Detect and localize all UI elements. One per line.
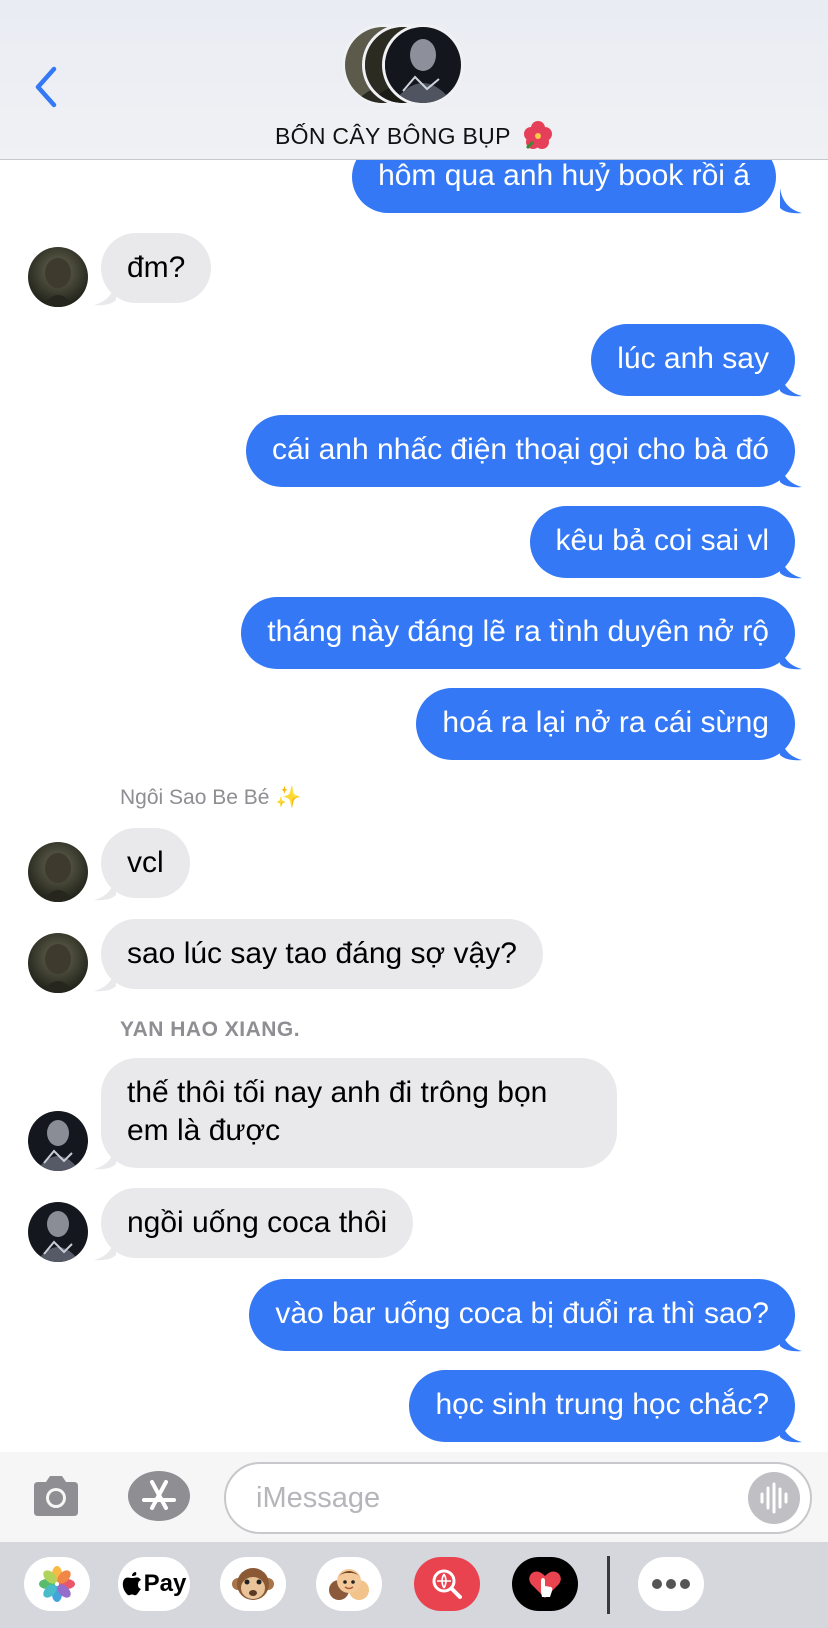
animoji-button[interactable] — [220, 1557, 286, 1611]
more-apps-button[interactable] — [638, 1557, 704, 1611]
message-bubble-incoming[interactable]: đm? — [101, 233, 212, 303]
avatar-member-b[interactable] — [28, 1111, 88, 1171]
bubble-tail — [780, 371, 802, 397]
message-bubble-outgoing[interactable]: cái anh nhấc điện thoại gọi cho bà đó — [245, 415, 795, 487]
message-bubble-outgoing[interactable]: hoá ra lại nở ra cái sừng — [416, 688, 795, 760]
audio-waveform-icon — [760, 1482, 788, 1514]
memoji-button[interactable] — [316, 1557, 382, 1611]
bubble-tail — [780, 735, 802, 761]
app-store-button[interactable] — [126, 1470, 192, 1522]
bubble-tail — [780, 1326, 802, 1352]
group-title[interactable]: BỐN CÂY BÔNG BỤP — [0, 120, 828, 156]
web-search-button[interactable] — [414, 1557, 480, 1611]
group-avatar-stack[interactable] — [342, 24, 492, 108]
avatar-member-a[interactable] — [28, 247, 88, 307]
bubble-tail — [780, 1417, 802, 1443]
hibiscus-icon — [523, 120, 553, 156]
sender-name: Ngôi Sao Be Bé ✨ — [120, 786, 302, 809]
message-placeholder: iMessage — [256, 1482, 381, 1514]
bubble-tail — [780, 553, 802, 579]
apple-pay-icon — [122, 1572, 141, 1596]
more-icon — [652, 1579, 690, 1589]
group-name: BỐN CÂY BÔNG BỤP — [275, 123, 511, 150]
message-bubble-outgoing[interactable]: kêu bả coi sai vl — [529, 506, 795, 578]
bubble-tail — [780, 644, 802, 670]
bubble-tail — [780, 188, 802, 214]
message-bubble-incoming[interactable]: ngồi uống coca thôi — [101, 1188, 414, 1258]
app-store-icon — [128, 1471, 190, 1521]
avatar-member-a[interactable] — [28, 842, 88, 902]
apple-pay-button[interactable]: Pay — [118, 1557, 190, 1611]
message-bubble-outgoing[interactable]: tháng này đáng lẽ ra tình duyên nở rộ — [241, 597, 795, 669]
message-bubble-incoming[interactable]: sao lúc say tao đáng sợ vậy? — [101, 919, 543, 989]
photos-icon — [39, 1566, 75, 1602]
monkey-animoji-icon — [232, 1568, 274, 1600]
bubble-tail — [780, 462, 802, 488]
memoji-icon — [329, 1569, 369, 1600]
sender-name: YAN HAO XIANG. — [120, 1018, 301, 1041]
chevron-left-icon — [35, 66, 57, 108]
avatar-member-a[interactable] — [28, 933, 88, 993]
camera-icon — [34, 1476, 78, 1516]
composer-bar: iMessage — [0, 1452, 828, 1542]
message-input[interactable]: iMessage — [224, 1462, 812, 1534]
web-search-icon — [432, 1569, 462, 1599]
back-button[interactable] — [28, 62, 68, 112]
conversation-header: BỐN CÂY BÔNG BỤP — [0, 0, 828, 160]
message-bubble-outgoing[interactable]: lúc anh say — [591, 324, 795, 396]
message-bubble-incoming[interactable]: thế thôi tối nay anh đi trông bọn em là … — [101, 1058, 617, 1168]
message-bubble-outgoing[interactable]: học sinh trung học chắc? — [409, 1370, 795, 1442]
digital-touch-button[interactable] — [512, 1557, 578, 1611]
audio-message-button[interactable] — [748, 1472, 800, 1524]
camera-button[interactable] — [30, 1472, 82, 1520]
photos-app-button[interactable] — [24, 1557, 90, 1611]
avatar-member-b[interactable] — [28, 1202, 88, 1262]
group-avatar-3 — [382, 24, 464, 106]
app-strip-divider — [607, 1556, 610, 1614]
message-thread[interactable]: hôm qua anh huỷ book rồi á đm? lúc anh s… — [0, 0, 828, 1452]
apple-pay-label: Pay — [143, 1570, 187, 1597]
digital-touch-icon — [529, 1571, 561, 1598]
imessage-app-strip: Pay — [0, 1542, 828, 1628]
message-bubble-outgoing[interactable]: vào bar uống coca bị đuổi ra thì sao? — [249, 1279, 795, 1351]
message-bubble-incoming[interactable]: vcl — [101, 828, 190, 898]
